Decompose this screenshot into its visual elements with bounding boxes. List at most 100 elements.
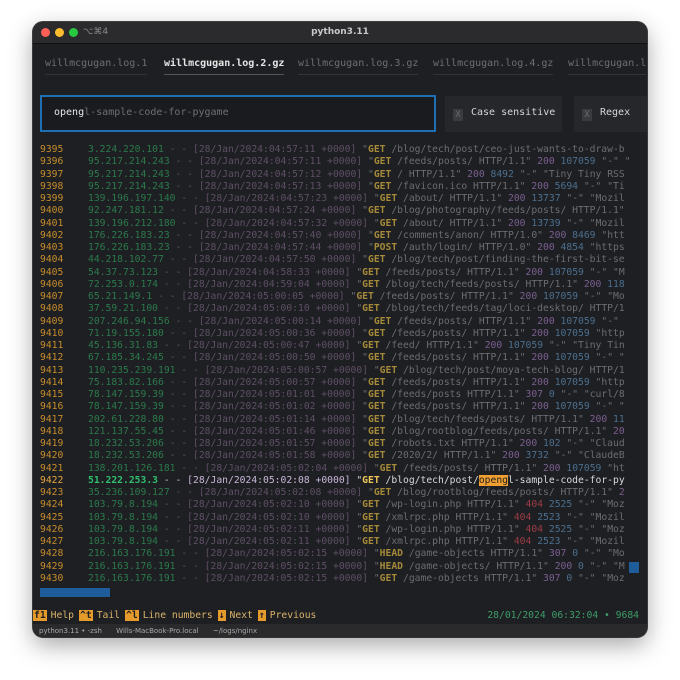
request-path: / HTTP/1.1"	[397, 168, 462, 180]
footer-key-tail[interactable]: ^t Tail	[79, 610, 125, 621]
tab-log-4-gz[interactable]: willmcgugan.log.4.gz	[433, 58, 554, 75]
log-line[interactable]: 9406 72.253.0.174 - - [28/Jan/2024:04:59:…	[33, 279, 629, 291]
log-line[interactable]: 9417 202.61.228.80 - - [28/Jan/2024:05:01…	[33, 414, 629, 426]
log-line[interactable]: 9412 67.185.34.245 - - [28/Jan/2024:05:00…	[33, 352, 629, 364]
log-line[interactable]: 9409 207.246.94.156 - - [28/Jan/2024:05:0…	[33, 316, 629, 328]
log-text: 65.21.149.1 - - [28/Jan/2024:05:00:05 +0…	[88, 291, 625, 303]
vertical-scrollbar-thumb[interactable]	[629, 562, 639, 573]
response-size: 13739	[531, 217, 561, 229]
http-method: GET	[362, 278, 380, 290]
log-view[interactable]: 9395 3.224.220.101 - - [28/Jan/2024:04:57…	[33, 144, 629, 588]
log-line[interactable]: 9423 35.236.109.127 - - [28/Jan/2024:05:0…	[33, 487, 629, 499]
line-number: 9398	[40, 180, 64, 192]
http-method: GET	[362, 266, 380, 278]
search-match: openg	[478, 474, 509, 486]
log-line[interactable]: 9400 92.247.181.12 - - [28/Jan/2024:04:57…	[33, 205, 629, 217]
http-method: GET	[368, 144, 386, 155]
timestamp: [28/Jan/2024:04:57:11 +0000]	[198, 156, 363, 168]
log-line[interactable]: 9420 18.232.53.206 - - [28/Jan/2024:05:01…	[33, 450, 629, 462]
log-line[interactable]: 9402 176.226.183.23 - - [28/Jan/2024:04:5…	[33, 230, 629, 242]
key-badge: ↑	[257, 610, 266, 621]
log-line[interactable]: 9430 216.163.176.191 - - [28/Jan/2024:05:…	[33, 573, 629, 585]
log-line[interactable]: 9398 95.217.214.243 - - [28/Jan/2024:04:5…	[33, 181, 629, 193]
timestamp: [28/Jan/2024:05:01:58 +0000]	[193, 450, 357, 462]
log-line[interactable]: 9403 176.226.183.23 - - [28/Jan/2024:04:5…	[33, 242, 629, 254]
separator: - -	[158, 511, 188, 523]
separator: - -	[163, 352, 193, 364]
regex-checkbox[interactable]: X Regex	[574, 96, 647, 132]
log-line[interactable]: 9401 139.196.212.180 - - [28/Jan/2024:04:…	[33, 218, 629, 230]
log-tail: "-" "Claud	[566, 438, 625, 449]
timestamp: [28/Jan/2024:05:01:14 +0000]	[193, 413, 357, 425]
key-label: Previous	[269, 610, 317, 621]
horizontal-scrollbar-thumb[interactable]	[40, 588, 110, 597]
response-size: 8492	[490, 168, 514, 180]
response-size: 107059	[560, 315, 596, 327]
log-tail: "http	[595, 327, 625, 339]
http-method: HEAD	[379, 560, 404, 572]
footer-key-previous[interactable]: ↑ Previous	[257, 610, 322, 621]
log-line[interactable]: 9421 138.201.126.181 - - [28/Jan/2024:05:…	[33, 463, 629, 475]
timestamp: [28/Jan/2024:05:00:36 +0000]	[193, 327, 357, 339]
log-line[interactable]: 9397 95.217.214.243 - - [28/Jan/2024:04:5…	[33, 169, 629, 181]
status-code: 200	[467, 168, 485, 180]
footer-key-line-numbers[interactable]: ^l Line numbers	[125, 610, 218, 621]
status-code: 200	[548, 229, 567, 241]
tab-log-2-gz[interactable]: willmcgugan.log.2.gz	[164, 58, 285, 75]
log-line[interactable]: 9429 216.163.176.191 - - [28/Jan/2024:05:…	[33, 561, 629, 573]
separator: - -	[175, 217, 205, 229]
status-code: 404	[525, 523, 544, 535]
log-line[interactable]: 9395 3.224.220.101 - - [28/Jan/2024:04:57…	[33, 144, 629, 156]
log-line[interactable]: 9404 44.218.102.77 - - [28/Jan/2024:04:57…	[33, 254, 629, 266]
separator: - -	[163, 450, 193, 462]
log-text: 139.196.212.180 - - [28/Jan/2024:04:57:3…	[88, 218, 625, 230]
footer-key-help[interactable]: f1 Help	[33, 610, 79, 621]
log-text: 67.185.34.245 - - [28/Jan/2024:05:00:50 …	[88, 352, 625, 364]
log-line[interactable]: 9426 103.79.8.194 - - [28/Jan/2024:05:02:…	[33, 524, 629, 536]
ip-address: 103.79.8.194	[88, 536, 158, 547]
log-line[interactable]: 9418 121.137.55.45 - - [28/Jan/2024:05:01…	[33, 426, 629, 438]
log-tail: "-" "	[595, 401, 625, 413]
response-size: 107059	[560, 156, 596, 168]
search-input[interactable]: opengl-sample-code-for-pygame	[40, 95, 436, 132]
footer-key-next[interactable]: ↓ Next	[217, 610, 258, 621]
tab-log-5[interactable]: willmcgugan.l	[568, 58, 647, 75]
log-line[interactable]: 9415 78.147.159.39 - - [28/Jan/2024:05:01…	[33, 389, 629, 401]
log-line[interactable]: 9408 37.59.21.100 - - [28/Jan/2024:05:00:…	[33, 303, 629, 315]
log-line[interactable]: 9396 95.217.214.243 - - [28/Jan/2024:04:5…	[33, 156, 629, 168]
log-line[interactable]: 9422 51.222.253.3 - - [28/Jan/2024:05:02:…	[33, 474, 629, 487]
log-line[interactable]: 9399 139.196.197.140 - - [28/Jan/2024:04:…	[33, 193, 629, 205]
log-line[interactable]: 9413 110.235.239.191 - - [28/Jan/2024:05:…	[33, 365, 629, 377]
response-size: 2523	[537, 511, 561, 523]
log-line[interactable]: 9425 103.79.8.194 - - [28/Jan/2024:05:02:…	[33, 512, 629, 524]
log-tail: "ht	[607, 462, 625, 474]
log-line[interactable]: 9405 54.37.73.123 - - [28/Jan/2024:04:58:…	[33, 267, 629, 279]
log-text: 139.196.197.140 - - [28/Jan/2024:04:57:2…	[88, 193, 625, 205]
log-line[interactable]: 9416 78.147.159.39 - - [28/Jan/2024:05:01…	[33, 401, 629, 413]
ip-address: 71.19.155.180	[88, 327, 164, 339]
separator: - -	[175, 572, 205, 584]
log-line[interactable]: 9419 18.232.53.206 - - [28/Jan/2024:05:01…	[33, 438, 629, 450]
request-path: /blog/rootblog/feeds/posts/ HTTP/1.1"	[397, 487, 613, 498]
request-path: /blog/tech/feeds/posts/ HTTP/1.1"	[391, 413, 584, 425]
tab-log-1[interactable]: willmcgugan.log.1	[45, 58, 148, 75]
separator: - -	[158, 278, 188, 290]
log-line[interactable]: 9411 45.136.31.83 - - [28/Jan/2024:05:00:…	[33, 340, 629, 352]
log-line[interactable]: 9407 65.21.149.1 - - [28/Jan/2024:05:00:0…	[33, 291, 629, 303]
status-code: 200	[537, 156, 555, 168]
log-line[interactable]: 9414 75.183.82.166 - - [28/Jan/2024:05:00…	[33, 377, 629, 389]
log-line[interactable]: 9427 103.79.8.194 - - [28/Jan/2024:05:02:…	[33, 536, 629, 548]
request-path: /wp-login.php HTTP/1.1"	[385, 499, 520, 511]
tab-log-3-gz[interactable]: willmcgugan.log.3.gz	[298, 58, 419, 75]
file-tabs: willmcgugan.log.1 willmcgugan.log.2.gz w…	[33, 44, 647, 80]
log-line[interactable]: 9428 216.163.176.191 - - [28/Jan/2024:05:…	[33, 548, 629, 560]
case-sensitive-checkbox[interactable]: X Case sensitive	[445, 96, 562, 132]
separator: - -	[163, 389, 193, 400]
log-line[interactable]: 9410 71.19.155.180 - - [28/Jan/2024:05:00…	[33, 328, 629, 340]
request-path: /2020/2/ HTTP/1.1"	[391, 450, 497, 462]
status-code: 200	[531, 401, 549, 413]
status-code: 200	[508, 193, 526, 204]
log-line[interactable]: 9424 103.79.8.194 - - [28/Jan/2024:05:02:…	[33, 499, 629, 511]
line-number: 9395	[40, 144, 64, 155]
separator: - -	[158, 340, 188, 351]
